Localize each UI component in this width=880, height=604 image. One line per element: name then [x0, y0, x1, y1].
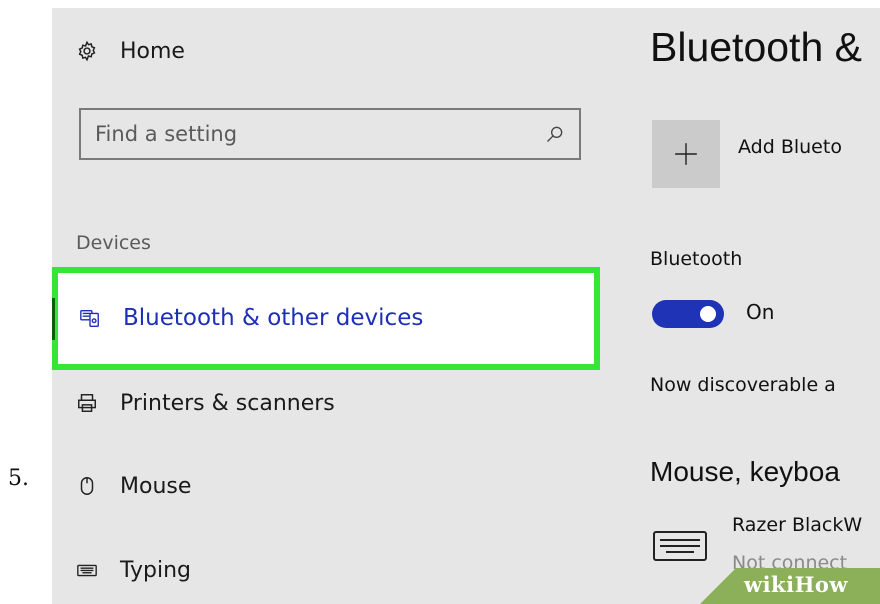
step-number: 5. — [8, 466, 29, 491]
watermark-logo: wikiHow — [744, 572, 849, 597]
search-icon[interactable] — [545, 124, 565, 144]
plus-icon — [675, 143, 697, 165]
sidebar: Home Find a setting Devices Bluetooth & … — [52, 8, 652, 604]
device-name[interactable]: Razer BlackW — [732, 514, 862, 536]
home-label: Home — [120, 38, 185, 64]
toggle-knob — [700, 306, 716, 322]
section-label: Devices — [76, 232, 151, 254]
add-device-label[interactable]: Add Blueto — [738, 136, 842, 158]
search-input[interactable]: Find a setting — [79, 108, 581, 160]
gear-icon — [78, 40, 96, 62]
bluetooth-label: Bluetooth — [650, 248, 743, 270]
content-pane: Bluetooth & Add Blueto Bluetooth On Now … — [648, 8, 880, 604]
sidebar-item-typing[interactable]: Typing — [76, 550, 191, 590]
settings-window: Home Find a setting Devices Bluetooth & … — [52, 8, 880, 604]
keyboard-icon — [77, 564, 97, 577]
home-nav-item[interactable]: Home — [76, 36, 185, 66]
sidebar-item-bluetooth[interactable]: Bluetooth & other devices — [79, 296, 423, 340]
search-placeholder: Find a setting — [95, 122, 238, 146]
sidebar-item-label: Bluetooth & other devices — [123, 305, 424, 331]
bluetooth-devices-icon — [80, 309, 99, 327]
bluetooth-toggle[interactable] — [652, 300, 724, 328]
sidebar-item-printers[interactable]: Printers & scanners — [76, 383, 335, 423]
sidebar-item-label: Typing — [120, 557, 192, 583]
selection-indicator — [52, 298, 55, 340]
sidebar-item-mouse[interactable]: Mouse — [76, 466, 191, 506]
keyboard-device-icon — [653, 531, 707, 561]
sidebar-item-label: Printers & scanners — [120, 390, 335, 416]
toggle-state-label: On — [746, 300, 775, 324]
printer-icon — [78, 394, 96, 412]
section-heading: Mouse, keyboa — [650, 456, 840, 487]
mouse-icon — [80, 477, 94, 495]
page-title: Bluetooth & — [650, 24, 862, 70]
discoverable-text: Now discoverable a — [650, 374, 836, 396]
add-device-button[interactable] — [652, 120, 720, 188]
sidebar-item-label: Mouse — [120, 473, 192, 499]
